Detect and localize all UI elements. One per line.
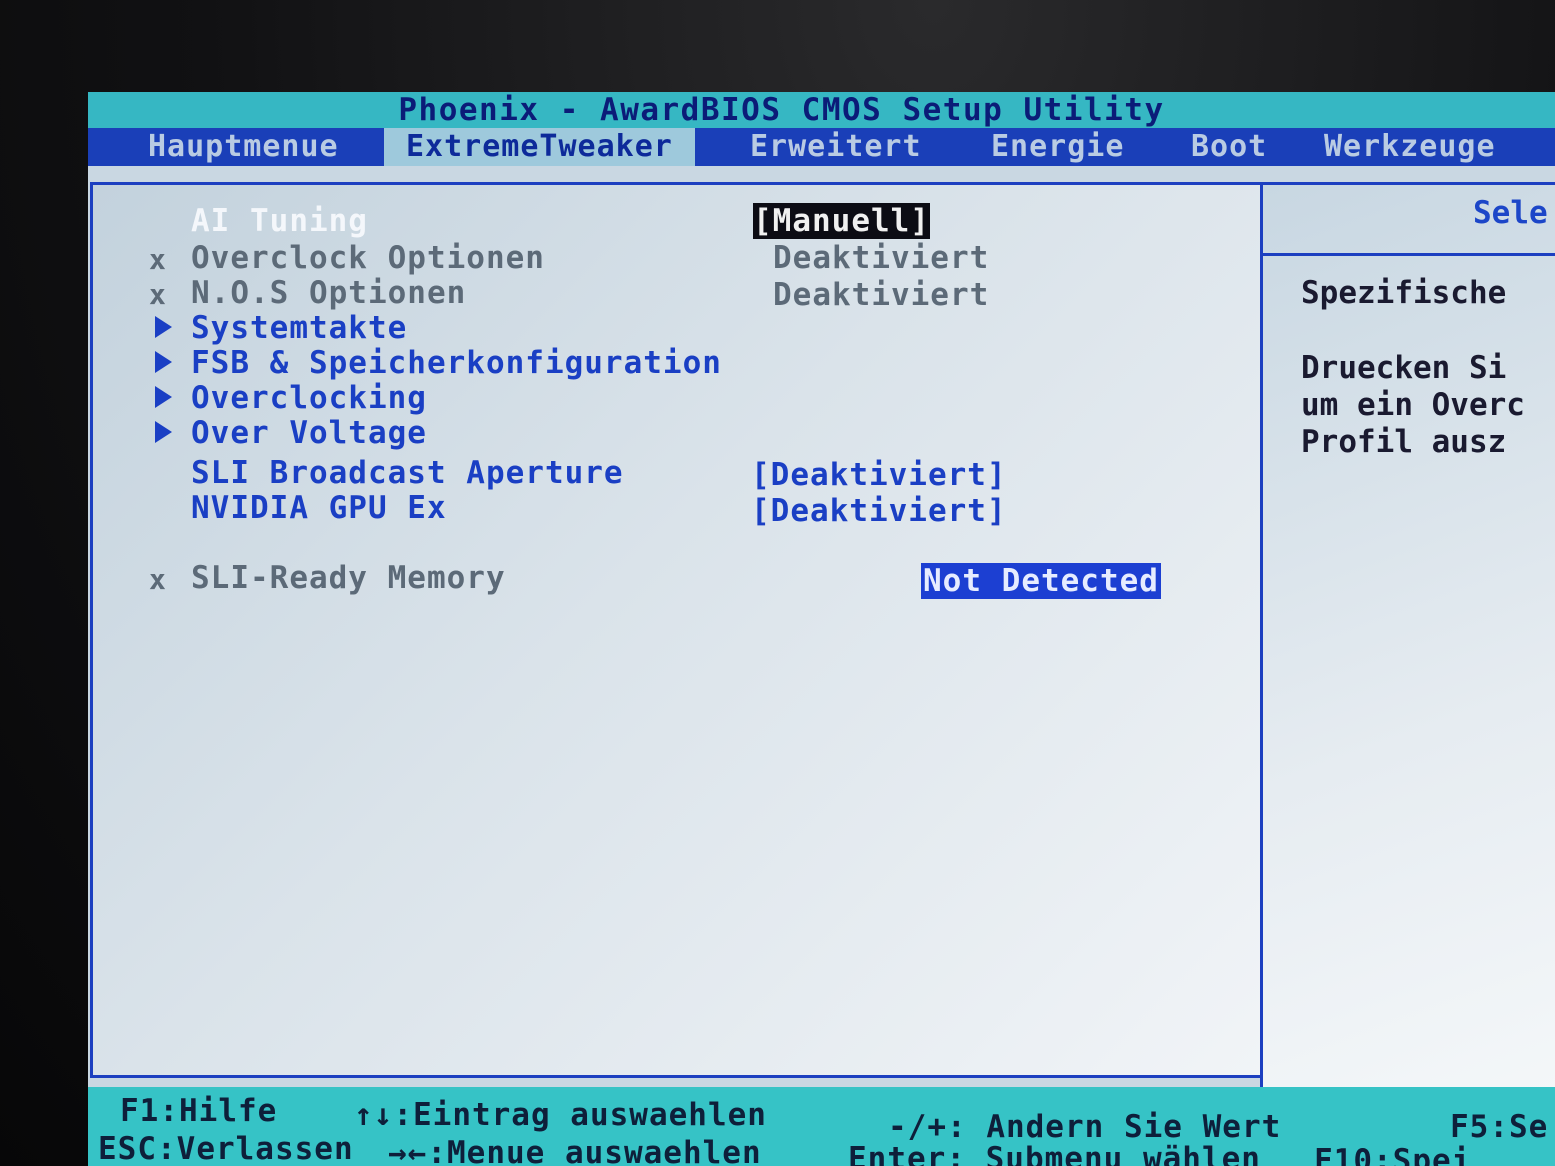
settings-panel: AI Tuning [Manuell] x Overclock Optionen… — [90, 182, 1266, 1078]
key-select-menu: →←:Menue auswaehlen — [388, 1135, 762, 1166]
help-line: um ein Overc — [1301, 387, 1525, 423]
setting-overclock-optionen: Overclock Optionen — [191, 240, 545, 276]
help-line: Spezifische — [1301, 275, 1507, 311]
tab-boot[interactable]: Boot — [1191, 128, 1267, 166]
help-panel: Sele Spezifische Druecken Si um ein Over… — [1260, 182, 1555, 1093]
nvidia-gpu-ex-value[interactable]: [Deaktiviert] — [751, 493, 1007, 529]
submenu-arrow-icon — [155, 351, 172, 373]
overclock-optionen-value: Deaktiviert — [773, 240, 990, 276]
menu-tabs: Hauptmenue ExtremeTweaker Erweitert Ener… — [88, 128, 1555, 166]
help-title: Sele — [1473, 195, 1548, 231]
tab-energie[interactable]: Energie — [991, 128, 1124, 166]
app-title: Phoenix - AwardBIOS CMOS Setup Utility — [398, 92, 1165, 128]
submenu-overclocking[interactable]: Overclocking — [191, 380, 427, 416]
submenu-arrow-icon — [155, 421, 172, 443]
sli-broadcast-aperture-value[interactable]: [Deaktiviert] — [751, 457, 1007, 493]
key-legend-footer: F1:Hilfe ↑↓:Eintrag auswaehlen -/+: Ande… — [88, 1087, 1555, 1166]
key-f5: F5:Se — [1450, 1109, 1549, 1145]
key-exit: ESC:Verlassen — [98, 1131, 354, 1166]
sli-ready-memory-value-text: Not Detected — [921, 563, 1161, 599]
disabled-marker: x — [149, 243, 166, 276]
help-line: Druecken Si — [1301, 350, 1507, 386]
ai-tuning-value[interactable]: [Manuell] — [753, 203, 930, 239]
tab-hauptmenue[interactable]: Hauptmenue — [148, 128, 339, 166]
key-select-item: ↑↓:Eintrag auswaehlen — [354, 1097, 767, 1133]
submenu-fsb-speicherkonfiguration[interactable]: FSB & Speicherkonfiguration — [191, 345, 722, 381]
submenu-systemtakte[interactable]: Systemtakte — [191, 310, 407, 346]
disabled-marker: x — [149, 278, 166, 311]
submenu-arrow-icon — [155, 386, 172, 408]
setting-nos-optionen: N.O.S Optionen — [191, 275, 467, 311]
setting-ai-tuning[interactable]: AI Tuning — [191, 203, 368, 239]
help-divider — [1263, 253, 1555, 256]
key-submenu: Enter: Submenu wählen — [848, 1141, 1261, 1166]
setting-nvidia-gpu-ex[interactable]: NVIDIA GPU Ex — [191, 490, 447, 526]
key-help: F1:Hilfe — [120, 1093, 278, 1129]
title-bar: Phoenix - AwardBIOS CMOS Setup Utility — [88, 92, 1555, 128]
tab-werkzeuge[interactable]: Werkzeuge — [1324, 128, 1496, 166]
key-change-value: -/+: Andern Sie Wert — [888, 1109, 1282, 1145]
submenu-arrow-icon — [155, 316, 172, 338]
nos-optionen-value: Deaktiviert — [773, 277, 990, 313]
submenu-over-voltage[interactable]: Over Voltage — [191, 415, 427, 451]
tab-extremetweaker[interactable]: ExtremeTweaker — [384, 128, 695, 166]
setting-sli-broadcast-aperture[interactable]: SLI Broadcast Aperture — [191, 455, 624, 491]
help-line: Profil ausz — [1301, 424, 1507, 460]
disabled-marker: x — [149, 563, 166, 596]
ai-tuning-value-text[interactable]: [Manuell] — [753, 203, 930, 239]
tab-erweitert[interactable]: Erweitert — [750, 128, 922, 166]
key-f10: F10:Spei — [1314, 1143, 1472, 1166]
sli-ready-memory-value: Not Detected — [921, 563, 1161, 599]
bios-screen: Phoenix - AwardBIOS CMOS Setup Utility H… — [88, 92, 1555, 1166]
setting-sli-ready-memory: SLI-Ready Memory — [191, 560, 506, 596]
